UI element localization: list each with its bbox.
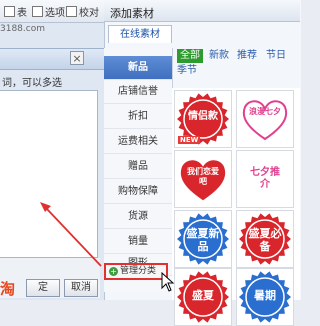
red-arrow-annotation <box>40 202 102 267</box>
mouse-cursor-icon <box>161 272 175 292</box>
